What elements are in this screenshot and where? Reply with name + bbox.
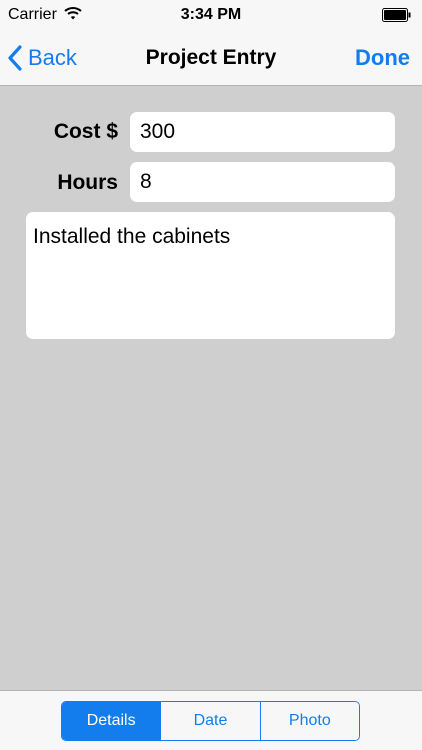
back-button[interactable]: Back (8, 30, 77, 86)
battery-icon (382, 8, 412, 27)
navigation-bar: Back Project Entry Done (0, 30, 422, 86)
cost-label: Cost $ (53, 120, 118, 143)
back-label: Back (28, 45, 77, 70)
hours-field[interactable] (130, 162, 395, 202)
tab-date[interactable]: Date (160, 702, 260, 740)
segmented-control: Details Date Photo (61, 701, 360, 741)
bottom-toolbar: Details Date Photo (0, 690, 422, 750)
cost-field[interactable] (130, 112, 395, 152)
tab-photo[interactable]: Photo (259, 702, 359, 740)
hours-label: Hours (57, 171, 118, 194)
status-bar: Carrier 3:34 PM (0, 0, 422, 30)
notes-field[interactable]: Installed the cabinets (26, 212, 395, 339)
status-time: 3:34 PM (180, 6, 242, 23)
chevron-left-icon (8, 45, 22, 71)
tab-details[interactable]: Details (62, 702, 161, 740)
done-button[interactable]: Done (355, 30, 410, 86)
